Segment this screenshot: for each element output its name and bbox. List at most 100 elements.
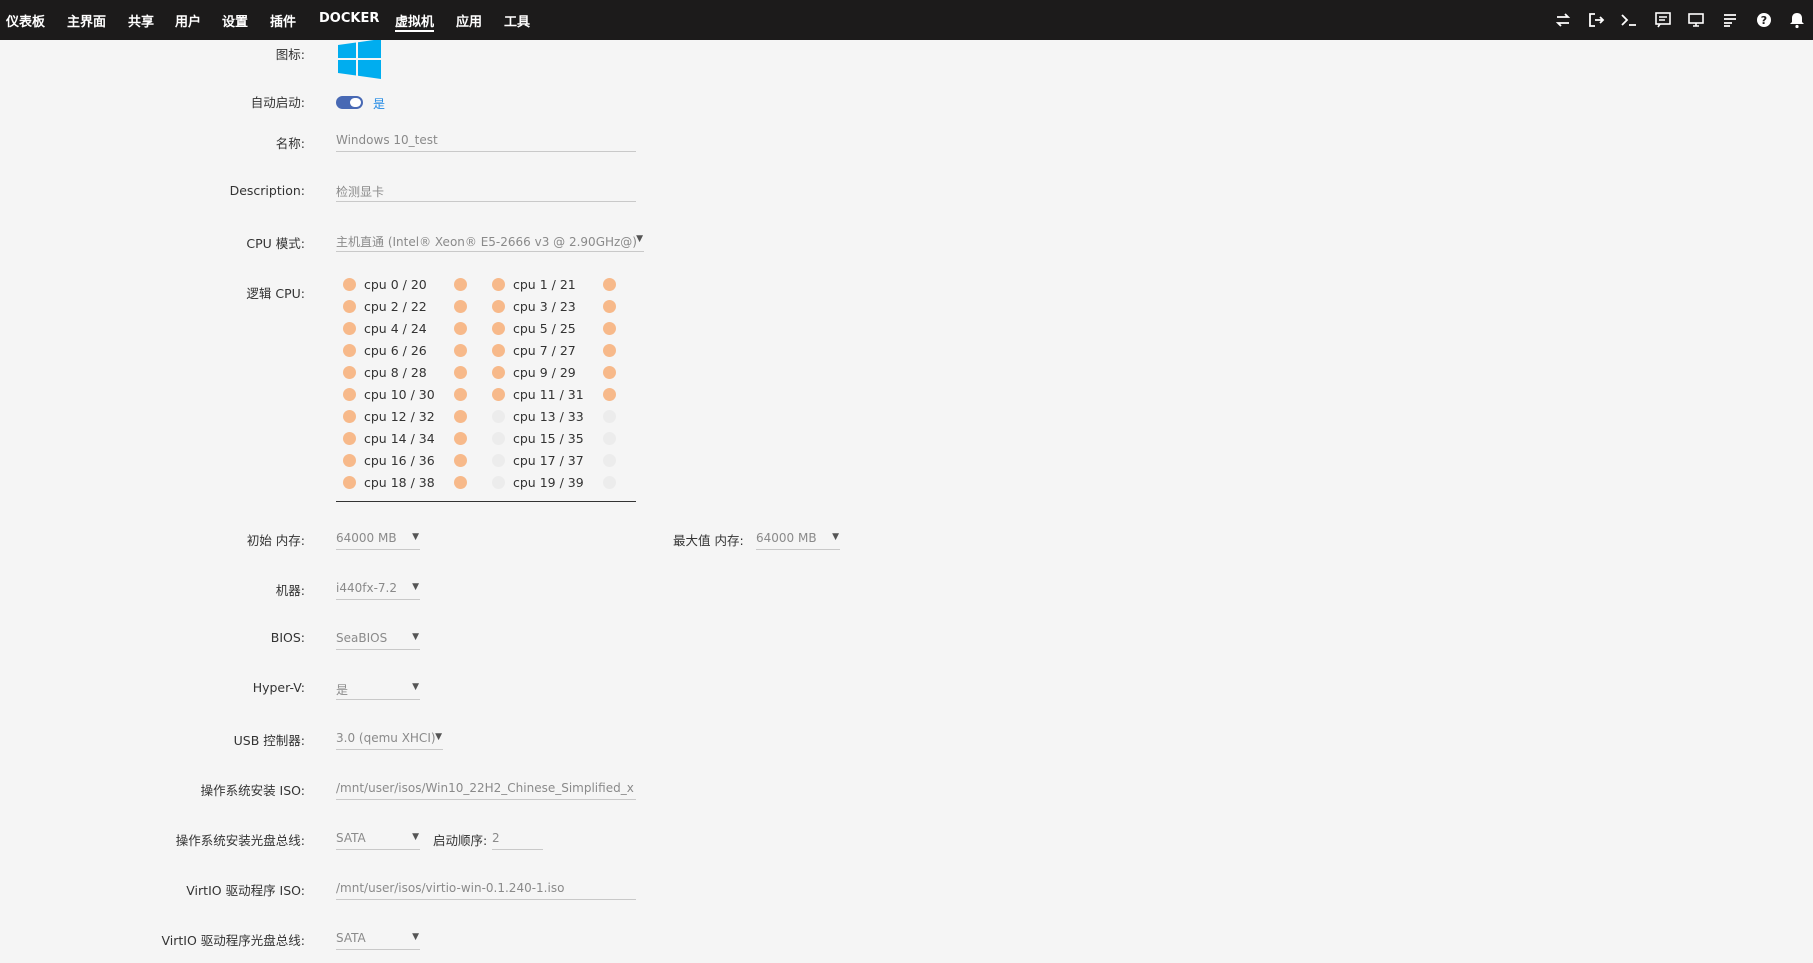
nav-settings[interactable]: 设置: [222, 11, 248, 30]
cpu-thread-checkbox[interactable]: [492, 278, 505, 291]
machine-value: i440fx-7.2: [336, 581, 397, 595]
initial-memory-select[interactable]: 64000 MB ▼: [336, 528, 420, 550]
autostart-toggle[interactable]: [336, 96, 363, 109]
top-navigation-bar: 仪表板 主界面 共享 用户 设置 插件 DOCKER 虚拟机 应用 工具 ?: [0, 0, 1813, 40]
description-input[interactable]: 检测显卡: [336, 180, 636, 202]
bell-icon[interactable]: [1787, 10, 1807, 30]
cpu-core-label: cpu 7 / 27: [513, 343, 576, 358]
cpu-thread-checkbox[interactable]: [454, 300, 467, 313]
log-icon[interactable]: [1720, 10, 1740, 30]
cpu-core-label: cpu 3 / 23: [513, 299, 576, 314]
cpu-thread-checkbox[interactable]: [343, 388, 356, 401]
cpu-thread-checkbox[interactable]: [603, 476, 616, 489]
cpu-thread-checkbox[interactable]: [343, 454, 356, 467]
max-memory-label: 最大值 内存:: [673, 533, 744, 548]
cpu-thread-checkbox[interactable]: [492, 432, 505, 445]
initial-memory-value: 64000 MB: [336, 531, 397, 545]
hyperv-select[interactable]: 是 ▼: [336, 678, 420, 700]
cpu-thread-checkbox[interactable]: [454, 322, 467, 335]
nav-docker[interactable]: DOCKER: [319, 11, 379, 26]
nav-apps[interactable]: 应用: [456, 11, 482, 30]
boot-order-label: 启动顺序:: [433, 833, 488, 848]
cpu-thread-checkbox[interactable]: [492, 388, 505, 401]
cpu-thread-checkbox[interactable]: [603, 322, 616, 335]
cpu-thread-checkbox[interactable]: [492, 410, 505, 423]
virtio-bus-label: VirtIO 驱动程序光盘总线:: [161, 933, 305, 948]
cpu-thread-checkbox[interactable]: [343, 344, 356, 357]
os-bus-select[interactable]: SATA ▼: [336, 828, 420, 850]
chevron-down-icon: ▼: [435, 732, 442, 742]
help-icon[interactable]: ?: [1754, 10, 1774, 30]
cpu-core-label: cpu 17 / 37: [513, 453, 584, 468]
cpu-thread-checkbox[interactable]: [454, 432, 467, 445]
nav-plugins[interactable]: 插件: [270, 11, 296, 30]
cpu-thread-checkbox[interactable]: [343, 278, 356, 291]
switch-icon[interactable]: [1553, 10, 1573, 30]
cpu-thread-checkbox[interactable]: [454, 344, 467, 357]
virtio-iso-input[interactable]: /mnt/user/isos/virtio-win-0.1.240-1.iso: [336, 878, 636, 900]
cpu-thread-checkbox[interactable]: [603, 454, 616, 467]
boot-order-input[interactable]: 2: [492, 828, 543, 850]
bios-value: SeaBIOS: [336, 631, 388, 645]
machine-select[interactable]: i440fx-7.2 ▼: [336, 578, 420, 600]
os-iso-input[interactable]: /mnt/user/isos/Win10_22H2_Chinese_Simpli…: [336, 778, 636, 800]
cpu-thread-checkbox[interactable]: [454, 410, 467, 423]
terminal-icon[interactable]: [1619, 10, 1639, 30]
virtio-iso-label: VirtIO 驱动程序 ISO:: [186, 883, 305, 898]
cpu-thread-checkbox[interactable]: [343, 300, 356, 313]
monitor-icon[interactable]: [1686, 10, 1706, 30]
cpu-thread-checkbox[interactable]: [454, 278, 467, 291]
nav-tools[interactable]: 工具: [504, 11, 530, 30]
cpu-thread-checkbox[interactable]: [492, 454, 505, 467]
usb-controller-select[interactable]: 3.0 (qemu XHCI) ▼: [336, 728, 443, 750]
cpu-thread-checkbox[interactable]: [603, 388, 616, 401]
cpu-core-label: cpu 10 / 30: [364, 387, 435, 402]
cpu-thread-checkbox[interactable]: [492, 300, 505, 313]
logical-cpu-label: 逻辑 CPU:: [246, 286, 305, 301]
svg-text:?: ?: [1761, 14, 1767, 27]
icon-label: 图标:: [275, 47, 305, 62]
initial-memory-label: 初始 内存:: [246, 533, 305, 548]
cpu-mode-label: CPU 模式:: [246, 236, 305, 251]
cpu-mode-select[interactable]: 主机直通 (Intel® Xeon® E5-2666 v3 @ 2.90GHz@…: [336, 230, 644, 252]
usb-controller-label: USB 控制器:: [233, 733, 305, 748]
nav-main[interactable]: 主界面: [67, 11, 106, 30]
cpu-thread-checkbox[interactable]: [492, 476, 505, 489]
cpu-thread-checkbox[interactable]: [343, 476, 356, 489]
cpu-thread-checkbox[interactable]: [343, 410, 356, 423]
nav-dashboard[interactable]: 仪表板: [6, 11, 45, 30]
cpu-thread-checkbox[interactable]: [603, 278, 616, 291]
cpu-thread-checkbox[interactable]: [454, 476, 467, 489]
cpu-core-label: cpu 8 / 28: [364, 365, 427, 380]
bios-select[interactable]: SeaBIOS ▼: [336, 628, 420, 650]
cpu-thread-checkbox[interactable]: [343, 322, 356, 335]
cpu-thread-checkbox[interactable]: [603, 344, 616, 357]
toggle-knob: [350, 98, 361, 107]
cpu-core-label: cpu 11 / 31: [513, 387, 584, 402]
nav-vms[interactable]: 虚拟机: [395, 11, 435, 32]
feedback-icon[interactable]: [1653, 10, 1673, 30]
virtio-bus-select[interactable]: SATA ▼: [336, 928, 420, 950]
windows-logo-icon[interactable]: [337, 39, 382, 80]
nav-shares[interactable]: 共享: [128, 11, 154, 30]
cpu-thread-checkbox[interactable]: [603, 366, 616, 379]
logout-icon[interactable]: [1586, 10, 1606, 30]
cpu-thread-checkbox[interactable]: [603, 432, 616, 445]
name-input[interactable]: Windows 10_test: [336, 130, 636, 152]
machine-label: 机器:: [275, 583, 305, 598]
cpu-thread-checkbox[interactable]: [454, 388, 467, 401]
cpu-thread-checkbox[interactable]: [492, 344, 505, 357]
cpu-thread-checkbox[interactable]: [492, 366, 505, 379]
cpu-thread-checkbox[interactable]: [492, 322, 505, 335]
cpu-thread-checkbox[interactable]: [454, 366, 467, 379]
cpu-thread-checkbox[interactable]: [603, 300, 616, 313]
cpu-core-label: cpu 5 / 25: [513, 321, 576, 336]
cpu-thread-checkbox[interactable]: [603, 410, 616, 423]
cpu-thread-checkbox[interactable]: [454, 454, 467, 467]
max-memory-select[interactable]: 64000 MB ▼: [756, 528, 840, 550]
cpu-core-label: cpu 14 / 34: [364, 431, 435, 446]
cpu-thread-checkbox[interactable]: [343, 366, 356, 379]
nav-users[interactable]: 用户: [175, 11, 201, 30]
cpu-thread-checkbox[interactable]: [343, 432, 356, 445]
cpu-pinning-grid: cpu 0 / 20 cpu 1 / 21 cpu 2 / 22 cpu 3 / 23…: [336, 273, 636, 502]
